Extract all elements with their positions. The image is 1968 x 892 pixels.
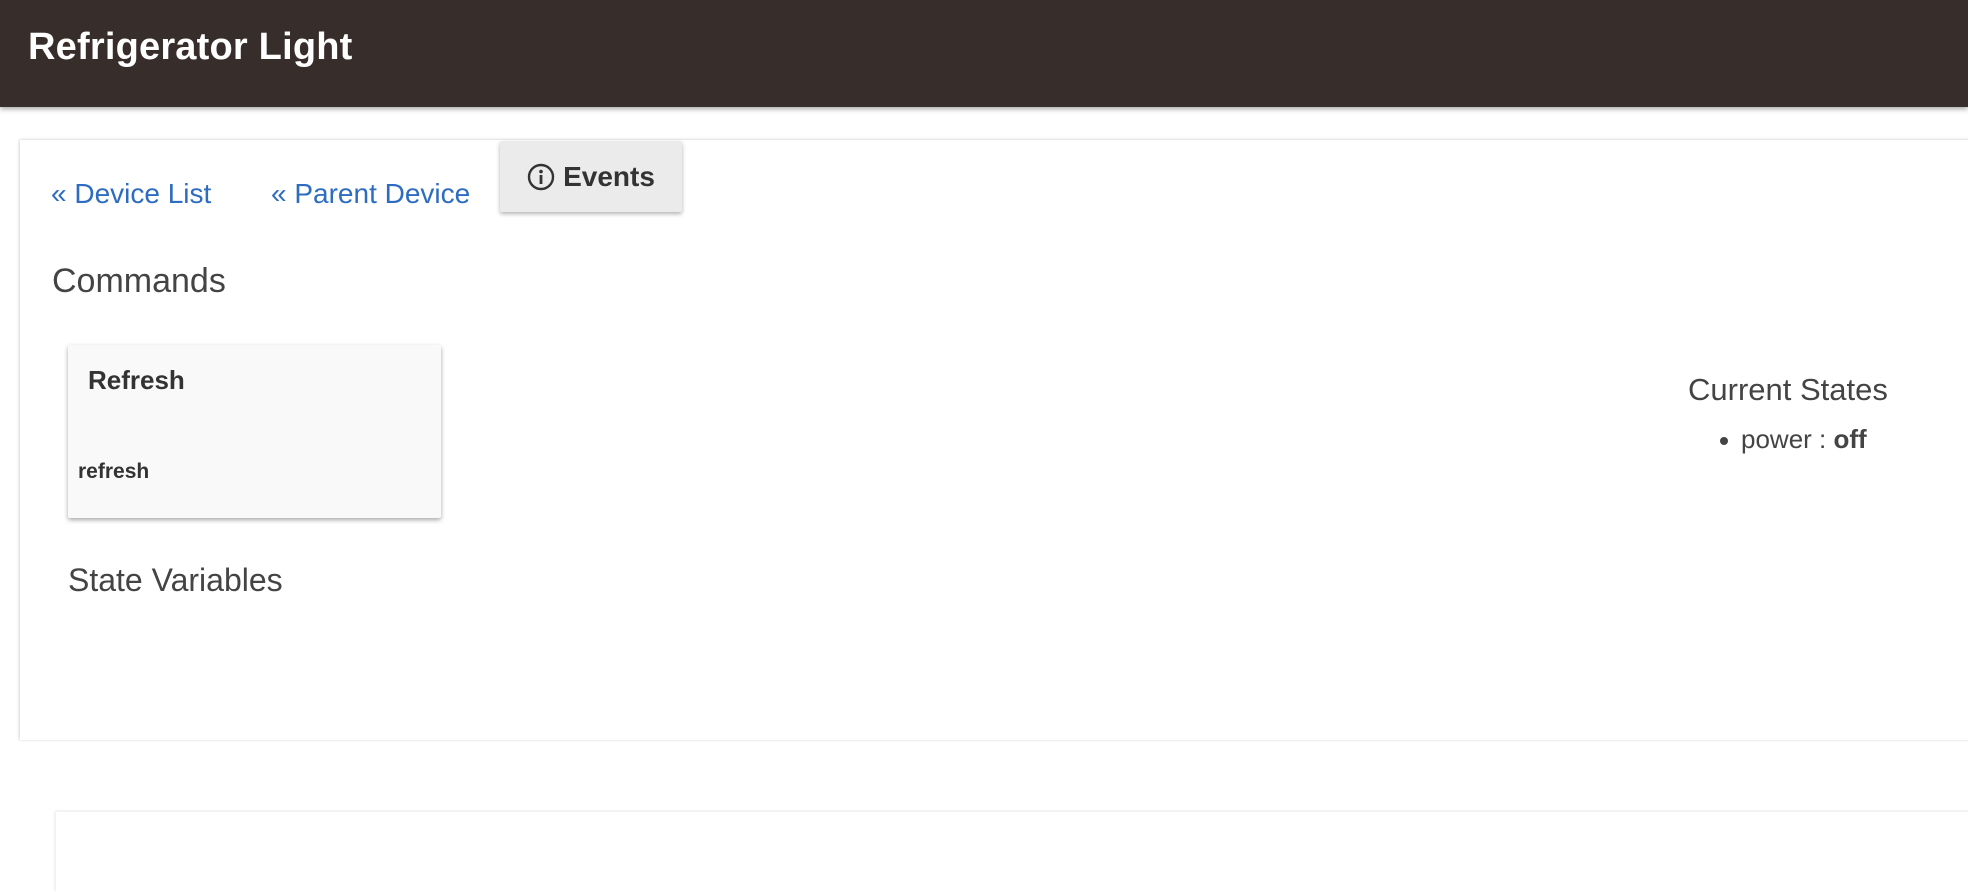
events-button-label: Events — [563, 160, 655, 192]
current-states-section: Current States power : off — [1688, 372, 1888, 455]
info-circle-icon — [527, 163, 555, 191]
page-title: Refrigerator Light — [28, 26, 353, 68]
device-list-link[interactable]: « Device List — [51, 178, 211, 210]
top-app-bar: Refrigerator Light — [0, 0, 1968, 107]
command-name: Refresh — [88, 365, 185, 395]
current-states-heading: Current States — [1688, 372, 1888, 407]
state-separator: : — [1811, 424, 1834, 454]
commands-heading: Commands — [52, 262, 226, 300]
current-states-list: power : off — [1720, 424, 1888, 455]
state-value: off — [1833, 424, 1867, 454]
state-name: power — [1741, 424, 1812, 454]
command-card-refresh[interactable]: Refresh refresh — [68, 345, 441, 518]
state-variables-heading: State Variables — [68, 562, 283, 598]
parent-device-link[interactable]: « Parent Device — [271, 178, 470, 210]
bottom-card — [56, 812, 1968, 892]
command-method: refresh — [78, 460, 150, 483]
events-button[interactable]: Events — [500, 141, 682, 212]
list-item: power : off — [1720, 424, 1888, 455]
device-detail-panel: « Device List « Parent Device Events Com… — [20, 140, 1968, 892]
